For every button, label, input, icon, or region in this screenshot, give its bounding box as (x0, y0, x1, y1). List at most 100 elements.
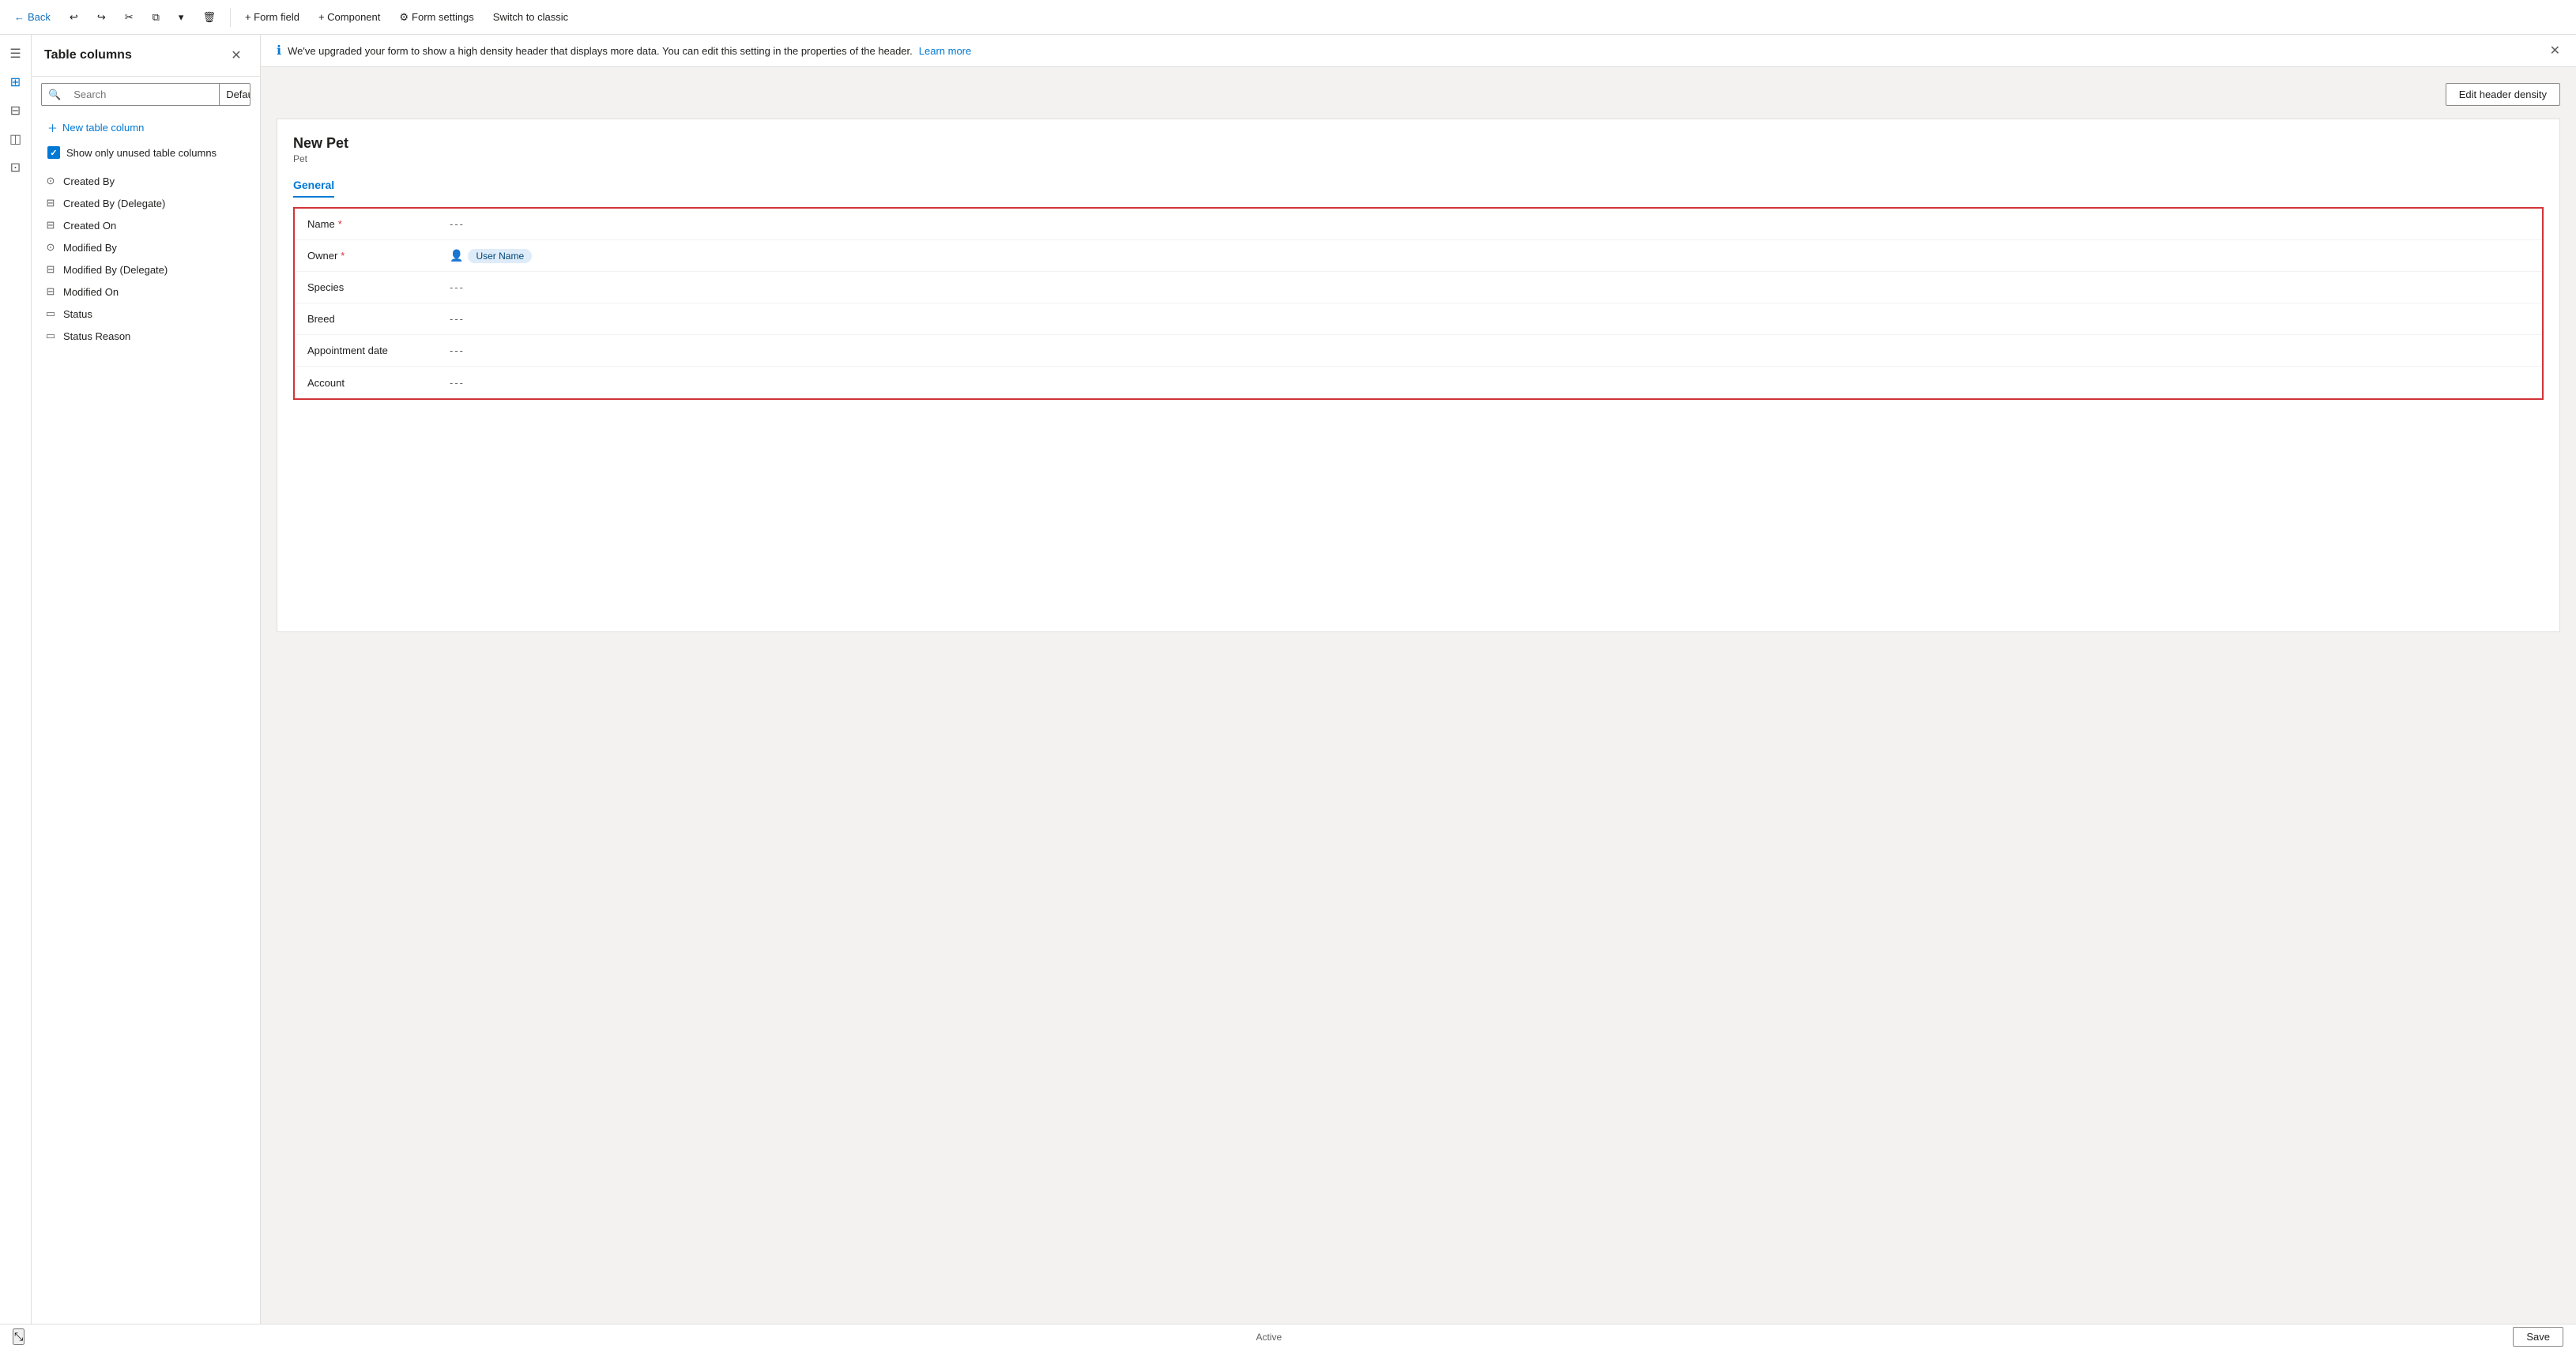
column-icon: ▭ (44, 330, 57, 342)
form-section-general: Name* --- Owner* 👤 User Name Species --- (293, 207, 2544, 400)
column-list-item[interactable]: ⊙ Modified By (32, 236, 260, 258)
form-field-row[interactable]: Appointment date --- (295, 335, 2542, 367)
column-name: Created By (63, 175, 115, 187)
layers-icon: ◫ (9, 131, 21, 147)
panel-header: Table columns ✕ (32, 35, 260, 77)
form-field-row[interactable]: Account --- (295, 367, 2542, 398)
unused-checkbox-label: Show only unused table columns (66, 147, 217, 159)
toolbar-separator (230, 8, 231, 27)
search-input[interactable] (67, 84, 219, 105)
hamburger-icon: ☰ (9, 46, 21, 62)
copy-button[interactable]: ⧉ (145, 8, 168, 27)
search-bar: 🔍 Default ▾ (41, 83, 250, 106)
sidebar-hamburger-button[interactable]: ☰ (3, 41, 28, 66)
more-button[interactable]: ▾ (171, 8, 192, 27)
canvas-area: ℹ We've upgraded your form to show a hig… (261, 35, 2576, 1324)
search-dropdown[interactable]: Default ▾ (219, 84, 250, 105)
field-value: --- (450, 345, 2529, 356)
back-arrow-icon: ← (14, 11, 24, 23)
column-icon: ⊙ (44, 241, 57, 254)
column-list-item[interactable]: ⊟ Modified By (Delegate) (32, 258, 260, 281)
field-dots: --- (450, 218, 465, 230)
form-field-label: + Form field (245, 11, 299, 23)
expand-icon[interactable]: ⤡ (13, 1328, 24, 1345)
unused-checkbox[interactable] (47, 146, 60, 159)
required-indicator: * (341, 250, 345, 262)
cut-button[interactable]: ✂ (117, 8, 141, 27)
main-area: ☰ ⊞ ⊟ ◫ ⊡ Table columns ✕ 🔍 Default ▾ (0, 35, 2576, 1324)
column-name: Status Reason (63, 330, 130, 342)
form-general-tab[interactable]: General (293, 174, 334, 198)
back-button[interactable]: ← Back (6, 8, 58, 26)
panel-close-button[interactable]: ✕ (225, 44, 247, 66)
undo-button[interactable]: ↩ (62, 8, 86, 27)
column-name: Created On (63, 220, 116, 232)
column-name: Status (63, 308, 92, 320)
field-label: Appointment date (307, 345, 450, 356)
views-icon: ⊞ (10, 74, 21, 90)
delete-icon: 🗑 (202, 11, 216, 24)
table-columns-panel: Table columns ✕ 🔍 Default ▾ ＋ New table … (32, 35, 261, 1324)
column-icon: ⊟ (44, 219, 57, 232)
column-name: Modified By (Delegate) (63, 264, 168, 276)
form-field-row[interactable]: Name* --- (295, 209, 2542, 240)
column-icon: ⊙ (44, 175, 57, 187)
form-settings-button[interactable]: ⚙ Form settings (391, 8, 481, 27)
field-value: --- (450, 218, 2529, 230)
column-list-item[interactable]: ⊟ Modified On (32, 281, 260, 303)
back-label: Back (28, 11, 51, 23)
redo-icon: ↪ (97, 11, 106, 24)
form-title: New Pet (293, 135, 2544, 152)
dropdown-label: Default (226, 89, 250, 100)
field-value: --- (450, 281, 2529, 293)
column-list-item[interactable]: ▭ Status Reason (32, 325, 260, 347)
user-icon: 👤 (450, 249, 463, 262)
copy-icon: ⧉ (153, 11, 160, 24)
form-field-button[interactable]: + Form field (237, 8, 307, 26)
form-field-row[interactable]: Breed --- (295, 303, 2542, 335)
sidebar-table-button[interactable]: ⊟ (3, 98, 28, 123)
field-value: --- (450, 313, 2529, 325)
user-chip: User Name (468, 249, 532, 263)
search-icon: 🔍 (42, 89, 67, 101)
column-list-item[interactable]: ▭ Status (32, 303, 260, 325)
sidebar-data-button[interactable]: ⊡ (3, 155, 28, 180)
info-bar-close-button[interactable]: ✕ (2550, 43, 2560, 58)
field-label: Account (307, 377, 450, 389)
column-list-item[interactable]: ⊟ Created On (32, 214, 260, 236)
column-list-item[interactable]: ⊙ Created By (32, 170, 260, 192)
learn-more-link[interactable]: Learn more (919, 45, 971, 57)
save-button[interactable]: Save (2513, 1327, 2563, 1347)
new-table-column-button[interactable]: ＋ New table column (41, 115, 250, 140)
info-bar-text: We've upgraded your form to show a high … (288, 45, 913, 57)
delete-button[interactable]: 🗑 (194, 8, 224, 27)
form-subtitle: Pet (293, 153, 2544, 164)
form-field-row[interactable]: Owner* 👤 User Name (295, 240, 2542, 272)
cut-icon: ✂ (125, 11, 134, 24)
component-button[interactable]: + Component (311, 8, 388, 26)
plus-icon: ＋ (47, 120, 58, 135)
column-icon: ⊟ (44, 285, 57, 298)
switch-classic-button[interactable]: Switch to classic (485, 8, 576, 26)
redo-button[interactable]: ↪ (89, 8, 114, 27)
field-label: Species (307, 281, 450, 293)
status-bar: ⤡ Active Save (0, 1324, 2576, 1349)
sidebar-layers-button[interactable]: ◫ (3, 126, 28, 152)
column-icon: ▭ (44, 307, 57, 320)
field-label: Breed (307, 313, 450, 325)
table-icon: ⊟ (10, 103, 21, 119)
edit-header-density-label: Edit header density (2459, 89, 2547, 100)
unused-checkbox-row[interactable]: Show only unused table columns (41, 141, 250, 164)
field-dots: --- (450, 281, 465, 293)
form-settings-icon: ⚙ (399, 11, 409, 24)
canvas-inner: New Pet Pet General Name* --- Owner* 👤 U… (261, 119, 2576, 648)
edit-header-density-button[interactable]: Edit header density (2446, 83, 2560, 106)
required-indicator: * (338, 218, 342, 230)
form-canvas: New Pet Pet General Name* --- Owner* 👤 U… (277, 119, 2560, 632)
column-list-item[interactable]: ⊟ Created By (Delegate) (32, 192, 260, 214)
form-field-row[interactable]: Species --- (295, 272, 2542, 303)
field-label: Name* (307, 218, 450, 230)
info-icon: ℹ (277, 43, 281, 58)
header-density-row: Edit header density (261, 67, 2576, 119)
sidebar-views-button[interactable]: ⊞ (3, 70, 28, 95)
